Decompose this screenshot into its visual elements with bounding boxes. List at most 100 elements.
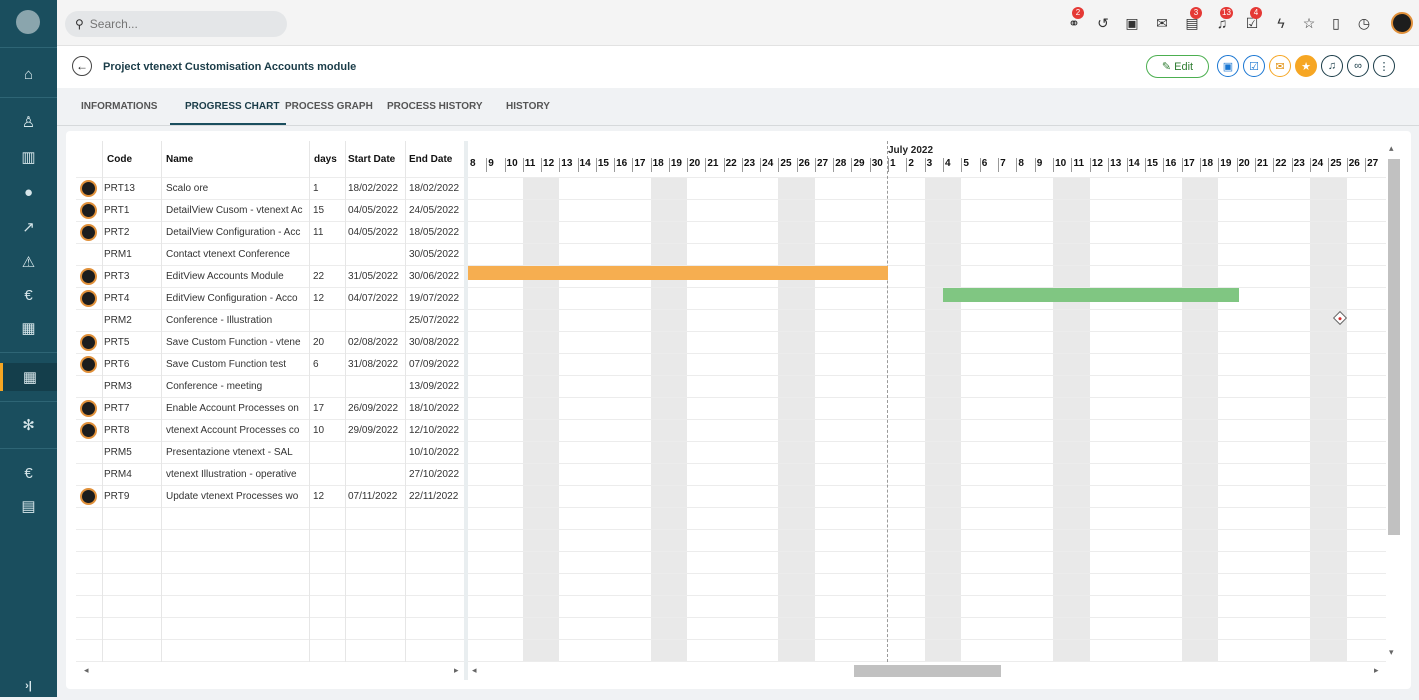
star-icon[interactable]: ☆ [1300, 14, 1318, 32]
favorite-button[interactable]: ★ [1295, 55, 1317, 77]
notification-badge: 4 [1250, 7, 1262, 19]
row-line [468, 309, 1386, 310]
settings-icon[interactable]: ✻ [0, 411, 57, 439]
document-icon[interactable]: ▯ [1327, 14, 1345, 32]
task-start-date: 04/05/2022 [348, 227, 399, 238]
euro-icon[interactable]: € [0, 281, 57, 309]
trash-icon[interactable]: ▤ [0, 492, 57, 520]
quick-create-icon[interactable]: ϟ [1272, 14, 1290, 32]
chat-icon[interactable]: ▤ 3 [1183, 7, 1202, 32]
search-input[interactable] [89, 17, 250, 31]
task-days: 15 [313, 205, 325, 216]
trend-icon[interactable]: ↗ [0, 213, 57, 241]
tab-process-history[interactable]: PROCESS HISTORY [387, 101, 483, 112]
contact-icon[interactable]: ● [0, 178, 57, 206]
day-label: 4 [945, 158, 951, 169]
expand-sidebar-icon[interactable]: ›| [0, 672, 57, 700]
bell-icon[interactable]: ♫ 13 [1213, 7, 1233, 32]
tab-progress-chart[interactable]: PROGRESS CHART [185, 101, 279, 112]
scroll-down-icon[interactable]: ▾ [1389, 647, 1394, 658]
task-bar-prt3[interactable] [468, 266, 888, 280]
column-header-start-date[interactable]: Start Date [348, 141, 395, 177]
day-label: 29 [853, 158, 865, 169]
todo-action-button[interactable]: ☑ [1243, 55, 1265, 77]
calendar-icon[interactable]: ▣ [1123, 14, 1141, 32]
warning-icon[interactable]: ⚠ [0, 248, 57, 276]
task-start-date: 04/07/2022 [348, 293, 399, 304]
column-header-days[interactable]: days [314, 141, 337, 177]
tab-history[interactable]: HISTORY [506, 101, 550, 112]
day-label: 5 [963, 158, 969, 169]
projects-icon[interactable]: ▦ [0, 363, 57, 391]
progress-chart-panel: Code Name days Start Date End Date PRT13… [66, 131, 1411, 689]
task-code: PRM1 [104, 249, 132, 260]
day-separator [924, 158, 926, 172]
scroll-thumb[interactable] [1388, 159, 1400, 535]
day-label: 1 [889, 158, 896, 169]
day-separator [906, 158, 908, 172]
day-label: 13 [1110, 158, 1122, 169]
search-box[interactable]: ⚲ [65, 11, 287, 37]
processes-icon[interactable]: ⚭ 2 [1065, 7, 1084, 32]
back-button[interactable]: ← [72, 56, 92, 76]
sidebar-divider [0, 401, 57, 402]
todo-icon[interactable]: ☑ 4 [1243, 7, 1262, 32]
scroll-left-icon[interactable]: ◂ [84, 665, 89, 676]
assignee-avatar [80, 202, 97, 219]
euro-icon[interactable]: € [0, 459, 57, 487]
notification-badge: 13 [1220, 7, 1233, 19]
tab-informations[interactable]: INFORMATIONS [81, 101, 157, 112]
day-separator [1034, 158, 1036, 172]
calendar-action-button[interactable]: ▣ [1217, 55, 1239, 77]
day-label: 18 [1201, 158, 1214, 169]
table-icon[interactable]: ▦ [0, 314, 57, 342]
user-avatar[interactable] [1391, 12, 1413, 34]
column-header-name[interactable]: Name [166, 141, 193, 177]
assignee-avatar [80, 400, 97, 417]
task-start-date: 04/05/2022 [348, 205, 399, 216]
task-days: 12 [313, 293, 325, 304]
day-separator [1218, 158, 1220, 172]
task-name: vtenext Illustration - operative [166, 469, 297, 480]
row-line [468, 177, 1386, 178]
gantt-vertical-scrollbar[interactable]: ▴ ▾ [1386, 141, 1400, 662]
task-name: Scalo ore [166, 183, 209, 194]
scroll-thumb[interactable] [854, 665, 1001, 677]
follow-button[interactable]: ♫ [1321, 55, 1343, 77]
row-line [468, 463, 1386, 464]
bell-icon: ♫ [1327, 60, 1337, 72]
scroll-right-icon[interactable]: ▸ [1374, 665, 1379, 676]
day-label: 24 [1312, 158, 1324, 169]
task-name: DetailView Configuration - Acc [166, 227, 301, 238]
link-button[interactable]: ∞ [1347, 55, 1369, 77]
task-start-date: 18/02/2022 [348, 183, 399, 194]
user-icon[interactable]: ♙ [0, 108, 57, 136]
grid-horizontal-scrollbar[interactable]: ◂ ▸ [76, 662, 464, 680]
day-label: 28 [835, 158, 847, 169]
day-separator [796, 158, 798, 172]
history-icon[interactable]: ↺ [1094, 14, 1112, 32]
day-separator [541, 158, 543, 172]
task-name: Presentazione vtenext - SAL [166, 447, 293, 458]
home-icon[interactable]: ⌂ [0, 60, 57, 88]
more-actions-button[interactable]: ⋮ [1373, 55, 1395, 77]
day-label: 11 [1073, 158, 1085, 169]
row-line [468, 243, 1386, 244]
scroll-left-icon[interactable]: ◂ [472, 665, 477, 676]
scroll-up-icon[interactable]: ▴ [1389, 143, 1394, 154]
building-icon[interactable]: ▥ [0, 143, 57, 171]
edit-button[interactable]: ✎ Edit [1146, 55, 1209, 78]
day-label: 13 [561, 158, 573, 169]
email-action-button[interactable]: ✉ [1269, 55, 1291, 77]
column-header-code[interactable]: Code [107, 141, 132, 177]
task-start-date: 02/08/2022 [348, 337, 399, 348]
day-label: 23 [743, 158, 756, 169]
scroll-right-icon[interactable]: ▸ [454, 665, 459, 676]
mail-icon[interactable]: ✉ [1153, 14, 1171, 32]
task-bar-prt4[interactable] [943, 288, 1239, 302]
tab-process-graph[interactable]: PROCESS GRAPH [285, 101, 373, 112]
app-logo[interactable] [16, 10, 40, 34]
column-header-end-date[interactable]: End Date [409, 141, 452, 177]
gantt-horizontal-scrollbar[interactable]: ◂ ▸ [468, 662, 1386, 680]
timer-icon[interactable]: ◷ [1355, 14, 1373, 32]
